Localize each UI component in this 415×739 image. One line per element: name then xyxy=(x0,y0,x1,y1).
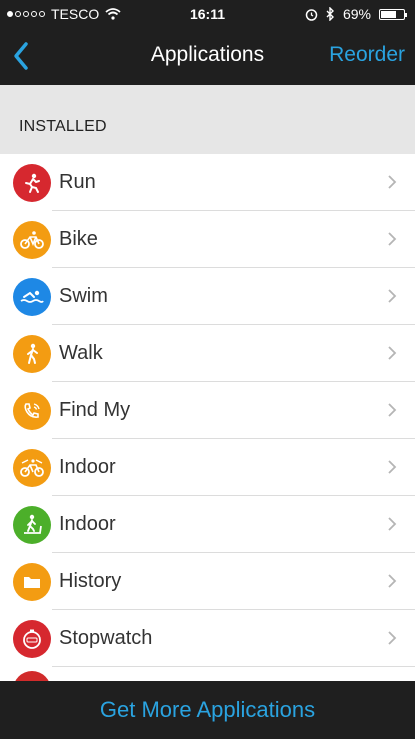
app-label: Swim xyxy=(59,285,108,307)
list-item-indoor-bike[interactable]: Indoor xyxy=(0,439,415,496)
list-item-history[interactable]: History xyxy=(0,553,415,610)
status-right: 69% xyxy=(305,6,407,22)
app-label: History xyxy=(59,570,122,592)
status-bar: TESCO 16:11 69% xyxy=(0,0,415,28)
run-icon xyxy=(13,164,51,202)
alarm-icon xyxy=(305,8,318,21)
list-item-run[interactable]: Run xyxy=(0,154,415,211)
treadmill-icon xyxy=(13,506,51,544)
chevron-right-icon xyxy=(388,289,397,303)
divider xyxy=(52,666,415,667)
app-label: Find My xyxy=(59,399,131,421)
swim-icon xyxy=(13,278,51,316)
list-item-swim[interactable]: Swim xyxy=(0,268,415,325)
app-label: Bike xyxy=(59,228,98,250)
section-header-installed: INSTALLED xyxy=(0,85,415,154)
app-label: Indoor xyxy=(59,513,116,535)
list-item-indoor-treadmill[interactable]: Indoor xyxy=(0,496,415,553)
phone-icon xyxy=(13,392,51,430)
chevron-right-icon xyxy=(388,403,397,417)
reorder-button[interactable]: Reorder xyxy=(329,43,405,67)
battery-icon xyxy=(379,8,407,20)
chevron-right-icon xyxy=(388,175,397,189)
bluetooth-icon xyxy=(326,7,334,21)
chevron-right-icon xyxy=(388,460,397,474)
app-label: Stopwatch xyxy=(59,627,153,649)
bike-icon xyxy=(13,221,51,259)
battery-percent: 69% xyxy=(342,6,371,22)
walk-icon xyxy=(13,335,51,373)
applications-list: Run Bike Swim Walk Find My Indoor Indoor… xyxy=(0,154,415,667)
chevron-right-icon xyxy=(388,232,397,246)
app-label: Walk xyxy=(59,342,103,364)
list-item-find-my[interactable]: Find My xyxy=(0,382,415,439)
section-label: INSTALLED xyxy=(19,118,107,135)
chevron-right-icon xyxy=(388,346,397,360)
footer-bar: Get More Applications xyxy=(0,681,415,739)
chevron-right-icon xyxy=(388,631,397,645)
stopwatch-icon xyxy=(13,620,51,658)
history-icon xyxy=(13,563,51,601)
chevron-right-icon xyxy=(388,517,397,531)
list-item-walk[interactable]: Walk xyxy=(0,325,415,382)
list-item-bike[interactable]: Bike xyxy=(0,211,415,268)
chevron-right-icon xyxy=(388,574,397,588)
app-label: Run xyxy=(59,171,96,193)
app-label: Indoor xyxy=(59,456,116,478)
navigation-bar: Applications Reorder xyxy=(0,28,415,85)
get-more-applications-button[interactable]: Get More Applications xyxy=(0,697,415,723)
indoor-bike-icon xyxy=(13,449,51,487)
list-item-stopwatch[interactable]: Stopwatch xyxy=(0,610,415,667)
